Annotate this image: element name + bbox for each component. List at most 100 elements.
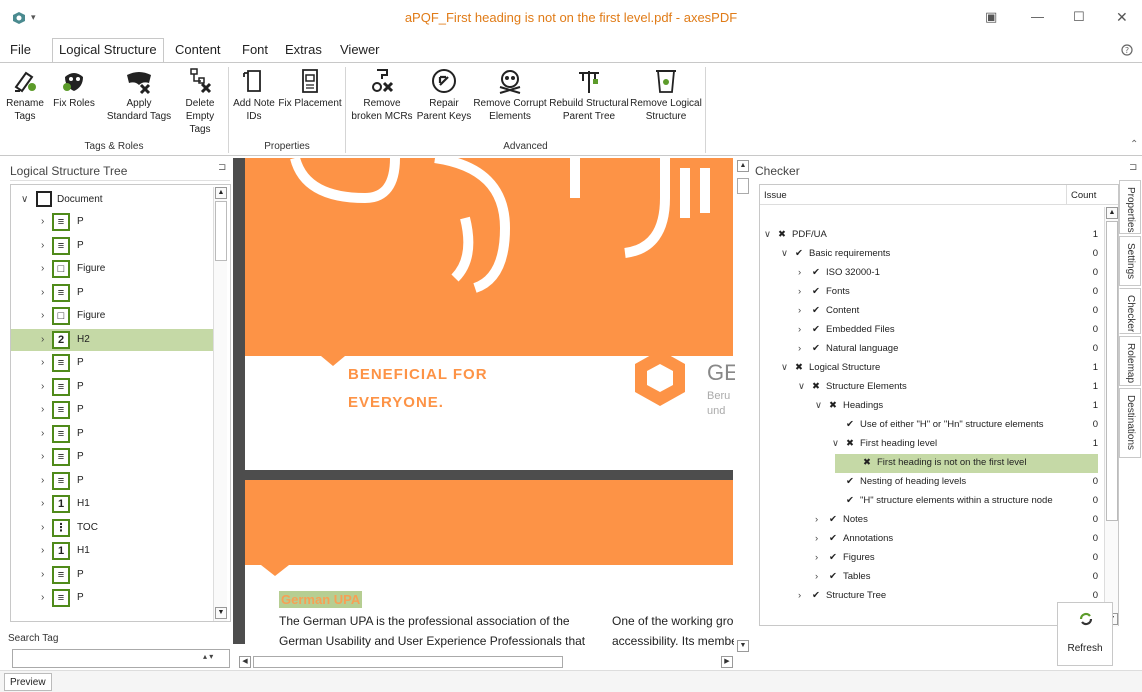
expand-icon[interactable]: › <box>798 305 801 316</box>
expand-icon[interactable]: › <box>41 216 44 227</box>
refresh-button[interactable]: Refresh <box>1057 602 1113 666</box>
expand-icon[interactable]: › <box>41 475 44 486</box>
checker-row[interactable]: › ✔ Natural language 0 <box>760 340 1098 359</box>
expand-icon[interactable]: › <box>41 498 44 509</box>
checker-row[interactable]: › ✔ ISO 32000-1 0 <box>760 264 1098 283</box>
column-issue[interactable]: Issue <box>764 190 787 201</box>
pin-icon[interactable]: ⊐ <box>218 162 226 173</box>
column-count[interactable]: Count <box>1071 190 1096 201</box>
checker-row[interactable]: › ✔ Structure Tree 0 <box>760 587 1098 606</box>
tab-checker[interactable]: Checker <box>1119 288 1141 334</box>
expand-icon[interactable]: › <box>41 569 44 580</box>
add-note-ids-button[interactable]: Add Note IDs <box>230 67 278 123</box>
checker-row[interactable]: ✔ Nesting of heading levels 0 <box>760 473 1098 492</box>
checker-row[interactable]: › ✔ Figures 0 <box>760 549 1098 568</box>
checker-scrollbar[interactable]: ▲ ▼ <box>1104 207 1118 627</box>
checker-row[interactable]: ∨ ✖ Structure Elements 1 <box>760 378 1098 397</box>
preview-highlight-title[interactable]: German UPA <box>279 591 363 608</box>
fix-placement-button[interactable]: Fix Placement <box>278 67 342 110</box>
search-tag-input[interactable]: ▴ ▾ <box>12 649 230 668</box>
preview-vertical-scrollbar[interactable]: ▲ ▼ <box>735 158 751 656</box>
search-spinner-icon[interactable]: ▴ ▾ <box>203 652 213 661</box>
preview-horizontal-scrollbar[interactable]: ◀ ▶ <box>237 655 735 669</box>
collapse-ribbon-icon[interactable]: ⌃ <box>1130 139 1138 150</box>
expand-icon[interactable]: ∨ <box>832 438 839 449</box>
expand-icon[interactable]: ∨ <box>798 381 805 392</box>
help-icon[interactable]: ? <box>1121 44 1133 56</box>
rename-tags-button[interactable]: Rename Tags <box>2 67 48 123</box>
expand-icon[interactable]: ∨ <box>764 229 771 240</box>
tree-node[interactable]: › ≡ P <box>11 423 223 445</box>
checker-row[interactable]: › ✔ Notes 0 <box>760 511 1098 530</box>
ribbon-display-options-button[interactable]: ▣ <box>985 9 997 25</box>
tab-viewer[interactable]: Viewer <box>340 42 380 57</box>
checker-row[interactable]: ∨ ✖ Headings 1 <box>760 397 1098 416</box>
expand-icon[interactable]: › <box>798 267 801 278</box>
expand-icon[interactable]: › <box>41 287 44 298</box>
tree-scroll-thumb[interactable] <box>215 201 227 261</box>
tree-node[interactable]: › ≡ P <box>11 211 223 233</box>
tree-scrollbar[interactable]: ▲ ▼ <box>213 187 227 621</box>
tab-content[interactable]: Content <box>175 42 221 57</box>
tree-node[interactable]: › ⋮ TOC <box>11 517 223 539</box>
expand-icon[interactable]: › <box>41 545 44 556</box>
remove-logical-structure-button[interactable]: Remove Logical Structure <box>630 67 702 123</box>
tree-node[interactable]: › ≡ P <box>11 376 223 398</box>
expand-icon[interactable]: ∨ <box>781 248 788 259</box>
expand-icon[interactable]: › <box>798 324 801 335</box>
tree-node[interactable]: › ≡ P <box>11 470 223 492</box>
tree-node[interactable]: › □ Figure <box>11 305 223 327</box>
expand-icon[interactable]: › <box>41 263 44 274</box>
checker-row[interactable]: ✖ First heading is not on the first level <box>835 454 1098 473</box>
tree-node[interactable]: › ≡ P <box>11 564 223 586</box>
checker-row[interactable]: ∨ ✖ First heading level 1 <box>760 435 1098 454</box>
tab-rolemap[interactable]: Rolemap <box>1119 336 1141 386</box>
expand-icon[interactable]: › <box>41 404 44 415</box>
tree-node[interactable]: › ≡ P <box>11 587 223 609</box>
checker-scroll-thumb[interactable] <box>1106 221 1118 521</box>
checker-row[interactable]: ∨ ✔ Basic requirements 0 <box>760 245 1098 264</box>
tree-node[interactable]: › ≡ P <box>11 352 223 374</box>
expand-icon[interactable]: › <box>798 343 801 354</box>
tree-view[interactable]: ∨ Document › ≡ P › ≡ P › □ Figure › ≡ P › □ Figure › 2 H2… <box>10 184 231 622</box>
tab-font[interactable]: Font <box>242 42 268 57</box>
tree-node[interactable]: › ≡ P <box>11 235 223 257</box>
expand-icon[interactable]: › <box>815 514 818 525</box>
expand-icon[interactable]: › <box>41 381 44 392</box>
tree-node[interactable]: › ≡ P <box>11 282 223 304</box>
expand-icon[interactable]: › <box>41 451 44 462</box>
pin-icon[interactable]: ⊐ <box>1129 162 1137 173</box>
delete-empty-tags-button[interactable]: Delete Empty Tags <box>175 67 225 136</box>
rebuild-structural-parent-tree-button[interactable]: Rebuild Structural Parent Tree <box>548 67 630 123</box>
checker-row[interactable]: ✔ "H" structure elements within a structu… <box>760 492 1098 511</box>
tree-node[interactable]: › □ Figure <box>11 258 223 280</box>
preview-scroll-thumb[interactable] <box>737 178 749 194</box>
document-preview[interactable]: BENEFICIAL FOR EVERYONE. GE Beru und Ger… <box>233 158 751 670</box>
remove-broken-mcrs-button[interactable]: Remove broken MCRs <box>348 67 416 123</box>
expand-icon[interactable]: › <box>798 590 801 601</box>
expand-icon[interactable]: › <box>41 428 44 439</box>
tab-settings[interactable]: Settings <box>1119 236 1141 286</box>
repair-parent-keys-button[interactable]: Repair Parent Keys <box>416 67 472 123</box>
expand-icon[interactable]: ∨ <box>21 194 28 205</box>
expand-icon[interactable]: ∨ <box>815 400 822 411</box>
tab-properties[interactable]: Properties <box>1119 180 1141 234</box>
tab-destinations[interactable]: Destinations <box>1119 388 1141 458</box>
tree-node[interactable]: › 2 H2 <box>11 328 223 351</box>
checker-row[interactable]: › ✔ Tables 0 <box>760 568 1098 587</box>
checker-row[interactable]: › ✔ Content 0 <box>760 302 1098 321</box>
fix-roles-button[interactable]: Fix Roles <box>50 67 98 110</box>
checker-row[interactable]: ∨ ✖ Logical Structure 1 <box>760 359 1098 378</box>
preview-hscroll-thumb[interactable] <box>253 656 563 668</box>
remove-corrupt-elements-button[interactable]: Remove Corrupt Elements <box>472 67 548 123</box>
maximize-button[interactable]: ☐ <box>1073 9 1085 25</box>
checker-row[interactable]: ∨ ✖ PDF/UA 1 <box>760 226 1098 245</box>
checker-row[interactable]: ✔ Use of either "H" or "Hn" structure ele… <box>760 416 1098 435</box>
checker-row[interactable]: › ✔ Fonts 0 <box>760 283 1098 302</box>
minimize-button[interactable]: — <box>1031 9 1044 24</box>
expand-icon[interactable]: › <box>41 522 44 533</box>
tree-node[interactable]: › 1 H1 <box>11 540 223 562</box>
close-button[interactable]: ✕ <box>1116 9 1128 26</box>
expand-icon[interactable]: › <box>41 310 44 321</box>
expand-icon[interactable]: › <box>815 533 818 544</box>
